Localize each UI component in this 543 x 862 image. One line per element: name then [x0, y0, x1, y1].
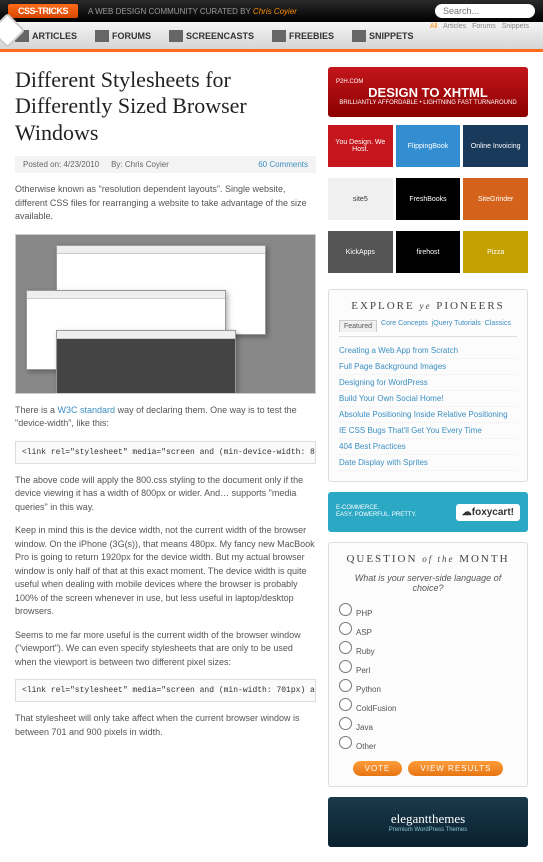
code-block-2: <link rel="stylesheet" media="screen and…: [15, 679, 316, 702]
poll-option[interactable]: PHP: [339, 601, 517, 620]
ad-small[interactable]: FlippingBook: [396, 125, 461, 167]
ad-small[interactable]: Pizza: [463, 231, 528, 273]
scope-forums[interactable]: Forums: [472, 23, 496, 30]
scope-all[interactable]: All: [430, 23, 438, 30]
w3c-link[interactable]: W3C standard: [58, 405, 116, 415]
search-scope: All Articles Forums Snippets: [430, 23, 533, 30]
paragraph: Seems to me far more useful is the curre…: [15, 629, 316, 670]
tab-featured[interactable]: Featured: [339, 320, 377, 332]
tab-jquery[interactable]: jQuery Tutorials: [432, 320, 481, 332]
paragraph: That stylesheet will only take affect wh…: [15, 712, 316, 739]
code-block-1: <link rel="stylesheet" media="screen and…: [15, 441, 316, 464]
search-input[interactable]: [435, 4, 535, 18]
nav-freebies[interactable]: FREEBIES: [272, 30, 334, 42]
list-item[interactable]: Creating a Web App from Scratch: [339, 343, 517, 359]
nav-screencasts[interactable]: SCREENCASTS: [169, 30, 254, 42]
poll-option[interactable]: Other: [339, 734, 517, 753]
ad-small[interactable]: Online Invoicing: [463, 125, 528, 167]
snippets-icon: [352, 30, 366, 42]
poll-option[interactable]: ASP: [339, 620, 517, 639]
poll-option[interactable]: Ruby: [339, 639, 517, 658]
ad-main[interactable]: P2H.COM DESIGN TO XHTML BRILLIANTLY AFFO…: [328, 67, 528, 117]
ad-foxycart[interactable]: E-COMMERCE.EASY. POWERFUL. PRETTY. ☁foxy…: [328, 492, 528, 532]
tab-classics[interactable]: Classics: [485, 320, 511, 332]
page-title: Different Stylesheets for Differently Si…: [15, 67, 316, 146]
scope-snippets[interactable]: Snippets: [502, 23, 529, 30]
search-area: [435, 4, 535, 18]
freebies-icon: [272, 30, 286, 42]
list-item[interactable]: Date Display with Sprites: [339, 455, 517, 471]
vote-button[interactable]: VOTE: [353, 761, 403, 776]
poll-option[interactable]: Perl: [339, 658, 517, 677]
logo[interactable]: CSS-TRICKS: [8, 4, 78, 18]
tagline: A WEB DESIGN COMMUNITY curated by Chris …: [88, 7, 297, 16]
list-item[interactable]: IE CSS Bugs That'll Get You Every Time: [339, 423, 517, 439]
screencasts-icon: [169, 30, 183, 42]
sidebar: P2H.COM DESIGN TO XHTML BRILLIANTLY AFFO…: [328, 67, 528, 847]
list-item[interactable]: Full Page Background Images: [339, 359, 517, 375]
poll-option[interactable]: Java: [339, 715, 517, 734]
ad-small[interactable]: You Design. We Host.: [328, 125, 393, 167]
article-meta: Posted on: 4/23/2010 By: Chris Coyier 60…: [15, 156, 316, 173]
nav-forums[interactable]: FORUMS: [95, 30, 151, 42]
article: Different Stylesheets for Differently Si…: [15, 67, 316, 847]
ad-small[interactable]: site5: [328, 178, 393, 220]
forums-icon: [95, 30, 109, 42]
hero-image: [15, 234, 316, 394]
ad-small[interactable]: firehost: [396, 231, 461, 273]
poll-option[interactable]: Python: [339, 677, 517, 696]
list-item[interactable]: Build Your Own Social Home!: [339, 391, 517, 407]
paragraph: Keep in mind this is the device width, n…: [15, 524, 316, 619]
explore-links: Creating a Web App from Scratch Full Pag…: [339, 343, 517, 471]
list-item[interactable]: Absolute Positioning Inside Relative Pos…: [339, 407, 517, 423]
explore-tabs: Featured Core Concepts jQuery Tutorials …: [339, 320, 517, 337]
ad-small[interactable]: FreshBooks: [396, 178, 461, 220]
nav-articles[interactable]: ARTICLES: [15, 30, 77, 42]
paragraph: There is a W3C standard way of declaring…: [15, 404, 316, 431]
ad-grid: You Design. We Host. FlippingBook Online…: [328, 125, 528, 281]
comments-link[interactable]: 60 Comments: [258, 160, 308, 169]
question-subtitle: What is your server-side language of cho…: [339, 573, 517, 593]
paragraph: The above code will apply the 800.css st…: [15, 474, 316, 515]
nav-snippets[interactable]: SNIPPETS: [352, 30, 414, 42]
top-bar: CSS-TRICKS A WEB DESIGN COMMUNITY curate…: [0, 0, 543, 22]
question-box: QUESTION of the MONTH What is your serve…: [328, 542, 528, 787]
view-results-button[interactable]: VIEW RESULTS: [408, 761, 503, 776]
question-title: QUESTION of the MONTH: [339, 553, 517, 565]
list-item[interactable]: 404 Best Practices: [339, 439, 517, 455]
scope-articles[interactable]: Articles: [443, 23, 466, 30]
tab-core[interactable]: Core Concepts: [381, 320, 428, 332]
list-item[interactable]: Designing for WordPress: [339, 375, 517, 391]
ad-elegantthemes[interactable]: elegantthemes Premium WordPress Themes: [328, 797, 528, 847]
ad-small[interactable]: KickApps: [328, 231, 393, 273]
explore-box: EXPLORE ye PIONEERS Featured Core Concep…: [328, 289, 528, 482]
ad-small[interactable]: SiteGrinder: [463, 178, 528, 220]
explore-title: EXPLORE ye PIONEERS: [339, 300, 517, 312]
intro-text: Otherwise known as "resolution dependent…: [15, 183, 316, 224]
poll-option[interactable]: ColdFusion: [339, 696, 517, 715]
